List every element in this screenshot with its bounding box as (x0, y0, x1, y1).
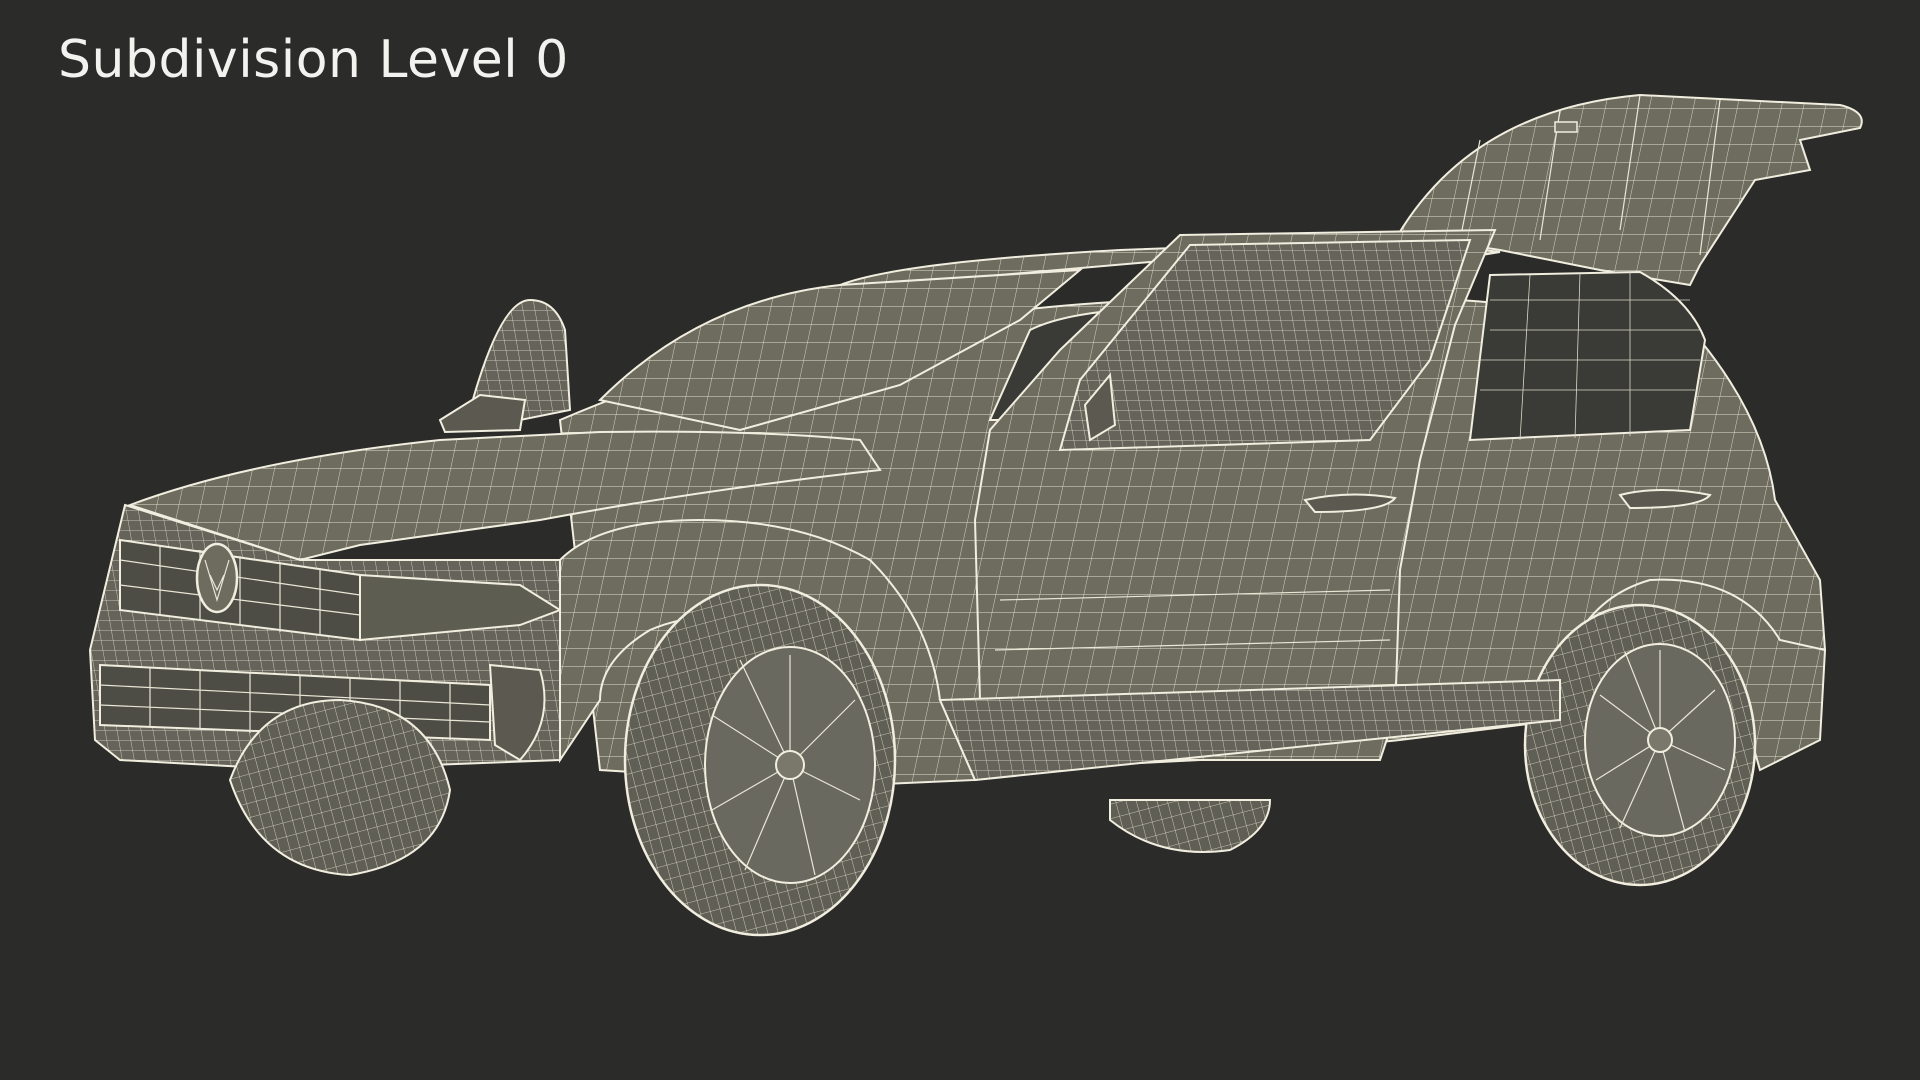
rear-left-wheel (1109, 799, 1272, 853)
front-hub (775, 750, 805, 780)
rear-hub (1647, 727, 1673, 753)
rear-side-window (1468, 270, 1707, 442)
front-right-wheel (623, 583, 897, 937)
car-wireframe-render (88, 93, 1863, 937)
render-viewport: Subdivision Level 0 (0, 0, 1920, 1080)
rear-right-wheel (1523, 603, 1757, 887)
side-mirror-left (438, 298, 572, 434)
tailgate-handle (1554, 121, 1578, 133)
